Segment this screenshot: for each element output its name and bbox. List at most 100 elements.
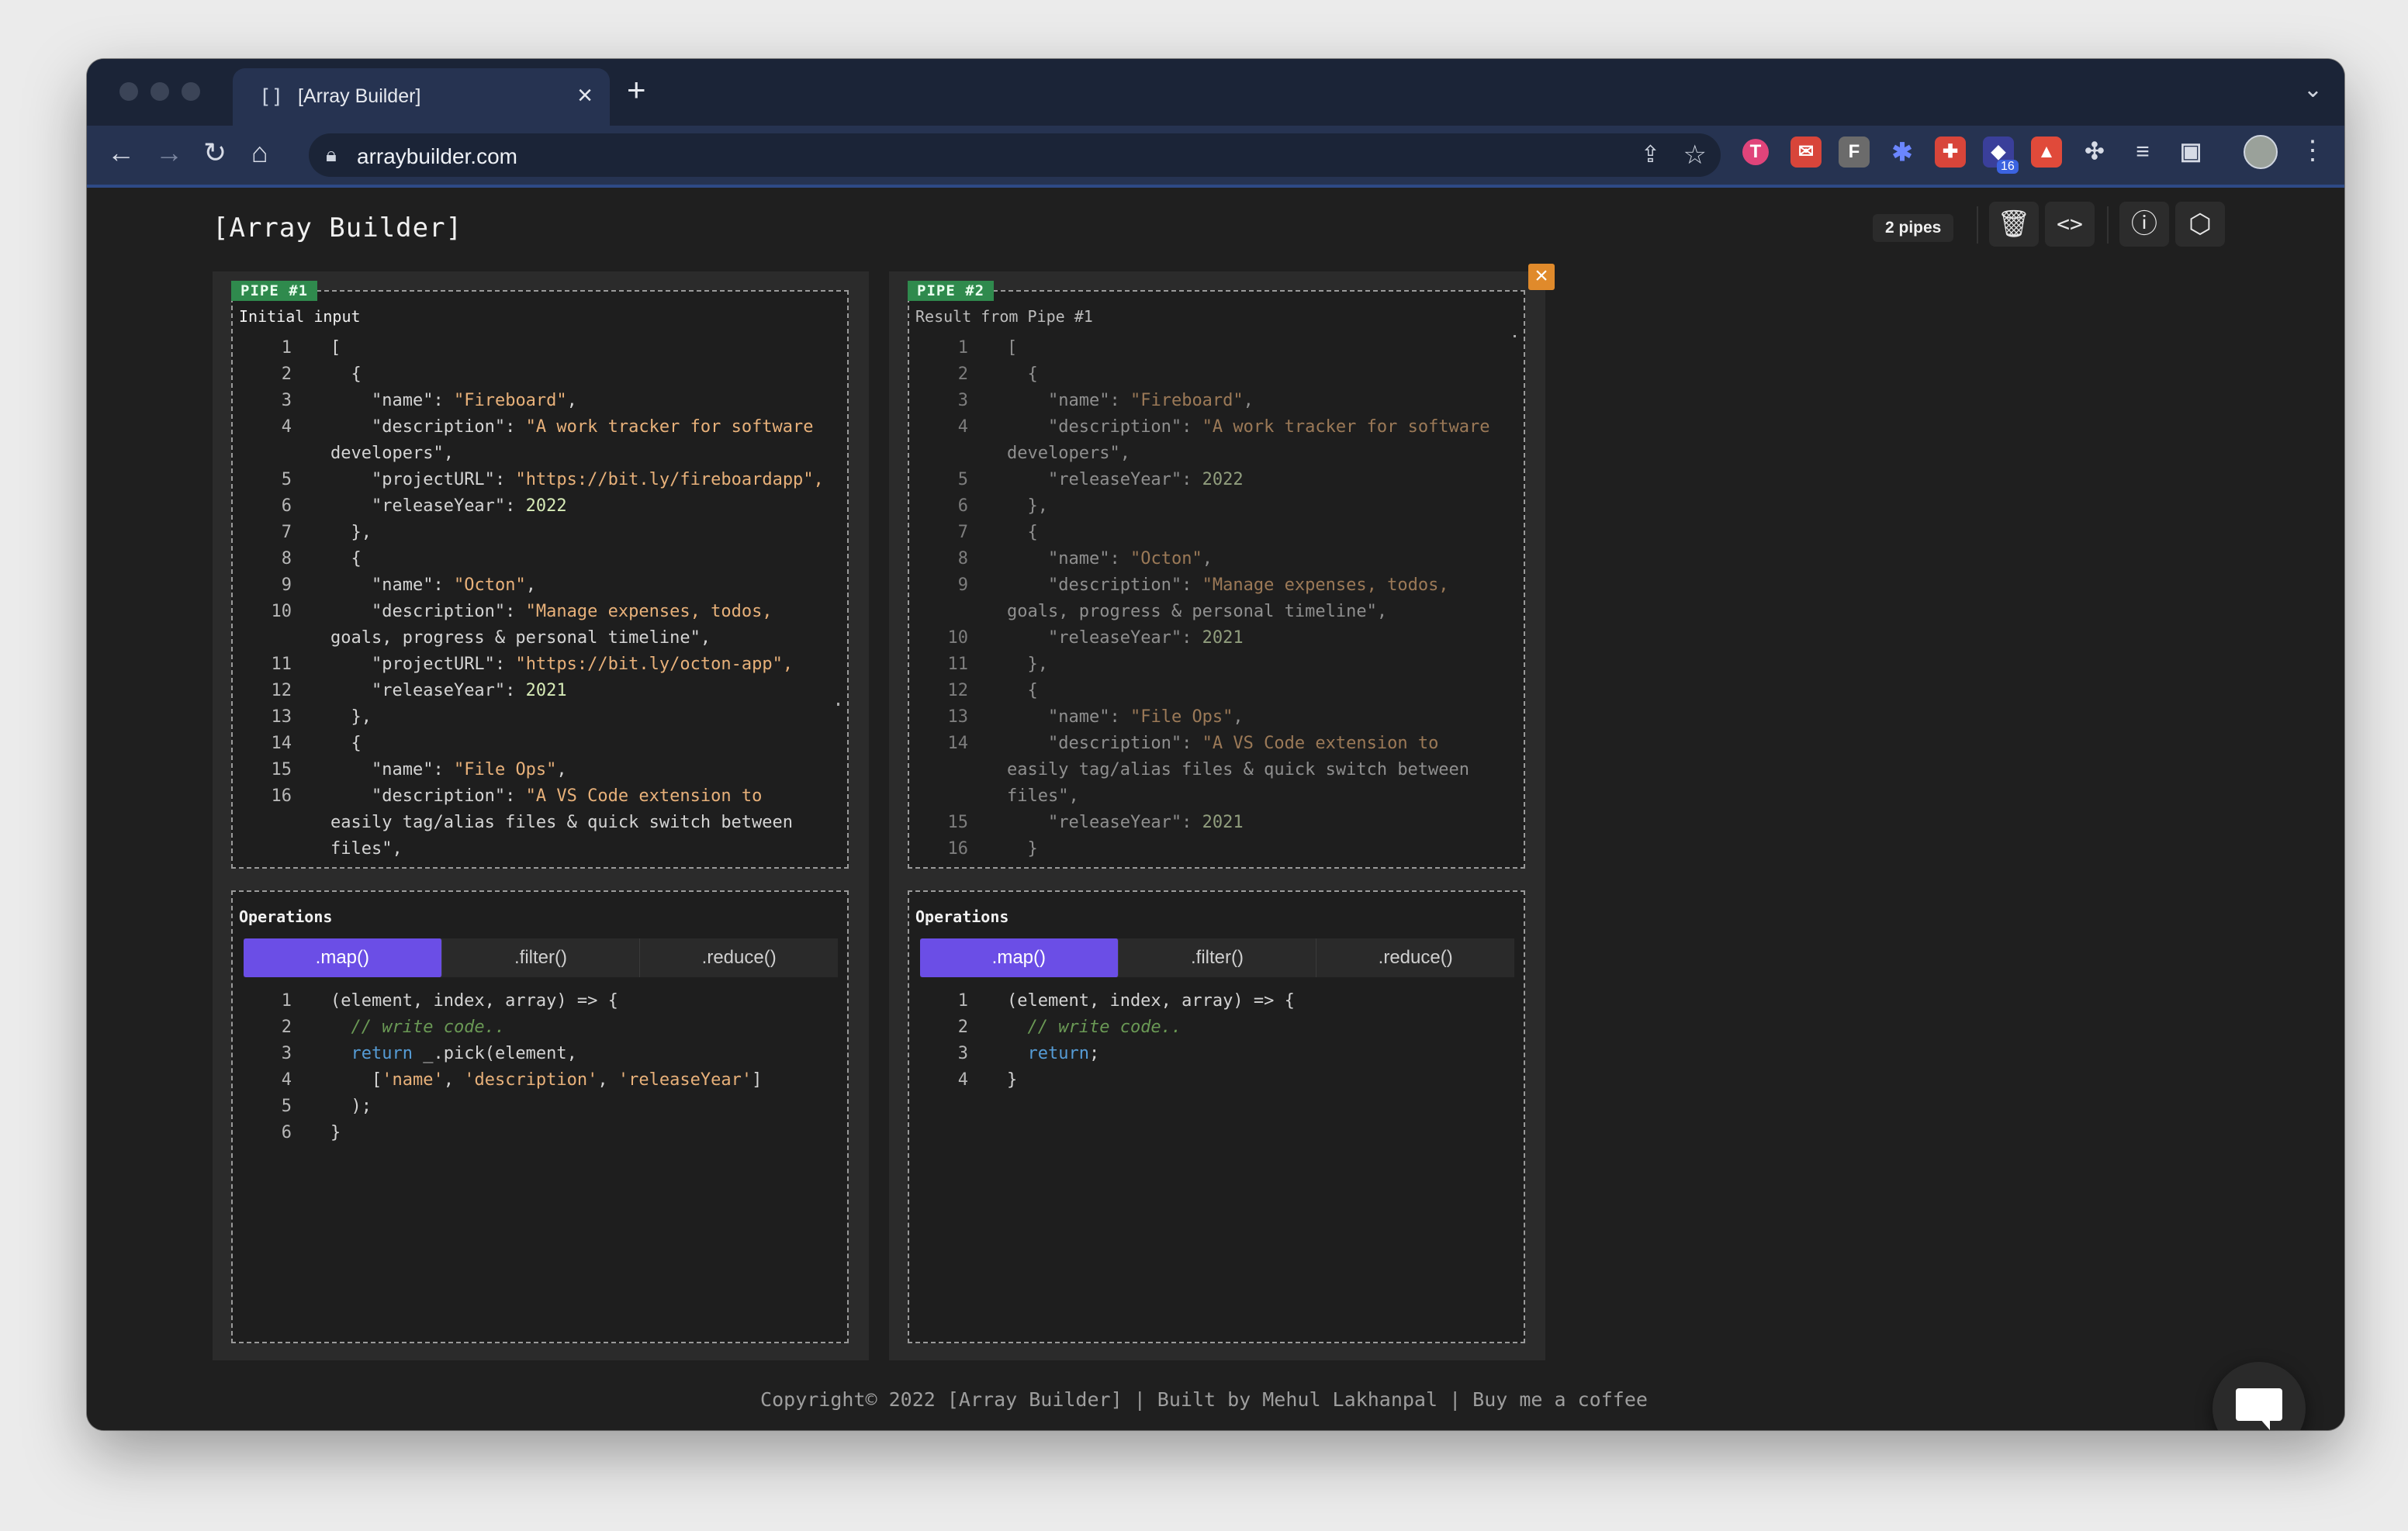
code-icon[interactable]: <> <box>2045 202 2095 247</box>
tab-map[interactable]: .map() <box>244 938 442 977</box>
line-number: 8 <box>281 549 292 569</box>
tab-filter[interactable]: .filter() <box>1119 938 1317 977</box>
line-number: 4 <box>957 1070 968 1090</box>
code-line: 6 }, <box>909 493 1524 520</box>
window-close-dot[interactable] <box>119 82 138 101</box>
line-number: 5 <box>281 1097 292 1116</box>
line-number: 5 <box>281 470 292 489</box>
code-text: (element, index, array) => { <box>1007 991 1295 1011</box>
media-queue-icon[interactable]: ≡ <box>2127 137 2158 168</box>
code-line: 16 "description": "A VS Code extension t… <box>233 783 847 810</box>
share-icon[interactable]: ⇪ <box>1641 141 1660 168</box>
trash-icon[interactable]: 🗑︎ <box>1989 202 2039 247</box>
browser-toolbar: ← → ↻ ⌂ 🔒︎ arraybuilder.com ⇪ ☆ T ✉ F ✱ … <box>87 126 2344 185</box>
code-text: goals, progress & personal timeline", <box>1007 602 1388 621</box>
scroll-indicator[interactable] <box>837 703 839 706</box>
code-text: "description": "A VS Code extension to <box>1047 734 1439 753</box>
pipe-2-label: PIPE #2 <box>908 281 995 301</box>
line-number: 9 <box>957 575 968 595</box>
extensions-puzzle-icon[interactable]: ✣ <box>2079 137 2110 168</box>
line-number: 2 <box>281 365 292 384</box>
line-number: 6 <box>281 1123 292 1142</box>
pipe-1-input-panel: PIPE #1 Initial input 1[2 {3 "name": "Fi… <box>231 281 849 869</box>
code-text: "description": "Manage expenses, todos, <box>1047 575 1449 595</box>
tab-strip: [] [Array Builder] × + ⌄ <box>87 59 2344 126</box>
reload-icon[interactable]: ↻ <box>203 137 227 169</box>
browser-tab[interactable]: [] [Array Builder] × <box>233 68 610 126</box>
code-text: { <box>1007 523 1038 542</box>
tab-reduce[interactable]: .reduce() <box>640 938 838 977</box>
line-number: 4 <box>281 417 292 437</box>
extension-t-icon[interactable]: T <box>1742 139 1769 165</box>
footer-credits[interactable]: Copyright© 2022 [Array Builder] | Built … <box>87 1388 2344 1411</box>
back-icon[interactable]: ← <box>107 137 135 169</box>
line-number: 15 <box>947 813 969 832</box>
code-text: { <box>1007 365 1038 384</box>
code-line: 13 "name": "File Ops", <box>909 704 1524 731</box>
pipe-2-code-editor[interactable]: 1 (element, index, array) => {2 // write … <box>909 988 1524 1342</box>
side-panel-icon[interactable]: ▣ <box>2175 137 2206 168</box>
extension-f-icon[interactable]: F <box>1839 137 1870 168</box>
extension-sparkle-icon[interactable]: ✱ <box>1887 137 1918 168</box>
extension-puzzle-red-icon[interactable]: ✚ <box>1935 137 1966 168</box>
line-number: 15 <box>271 760 292 779</box>
browser-window: [] [Array Builder] × + ⌄ ← → ↻ ⌂ 🔒︎ arra… <box>87 59 2344 1430</box>
pipe-1-code-editor[interactable]: 1 (element, index, array) => {2 // write … <box>233 988 847 1342</box>
code-text: { <box>330 549 362 569</box>
line-number: 11 <box>271 655 292 674</box>
tab-reduce[interactable]: .reduce() <box>1316 938 1514 977</box>
code-text: "projectURL": "https://bit.ly/fireboarda… <box>371 470 824 489</box>
tab-filter[interactable]: .filter() <box>442 938 641 977</box>
home-icon[interactable]: ⌂ <box>251 137 268 169</box>
forward-icon[interactable]: → <box>155 137 183 169</box>
bookmark-star-icon[interactable]: ☆ <box>1683 140 1707 171</box>
code-line: 12 "releaseYear": 2021 <box>233 678 847 704</box>
line-number: 7 <box>281 523 292 542</box>
code-line: 15 "name": "File Ops", <box>233 757 847 783</box>
window-zoom-dot[interactable] <box>182 82 200 101</box>
chat-widget-button[interactable] <box>2213 1362 2306 1430</box>
mail-extension-icon[interactable]: ✉ <box>1790 137 1822 168</box>
extension-flame-icon[interactable]: ▲ <box>2031 137 2062 168</box>
pipe-1-input-editor[interactable]: 1[2 {3 "name": "Fireboard", 4 "descriptio… <box>233 335 847 867</box>
code-line: 3 "name": "Fireboard", <box>909 388 1524 414</box>
code-text: ); <box>330 1097 372 1116</box>
line-number: 1 <box>281 338 292 358</box>
browser-menu-icon[interactable]: ⋮ <box>2299 135 2326 166</box>
line-number: 7 <box>957 523 968 542</box>
hexagon-icon[interactable]: ⬡ <box>2175 202 2225 247</box>
code-text: "description": "A work tracker for softw… <box>371 417 814 437</box>
code-line: 3 return; <box>909 1041 1524 1067</box>
tab-map[interactable]: .map() <box>920 938 1119 977</box>
code-text: "name": "Octon", <box>1047 549 1213 569</box>
line-number: 2 <box>957 1018 968 1037</box>
address-bar[interactable]: 🔒︎ arraybuilder.com ⇪ ☆ <box>309 133 1721 177</box>
code-line: 1[ <box>233 335 847 361</box>
code-line: 8 "name": "Octon", <box>909 546 1524 572</box>
line-number: 6 <box>957 496 968 516</box>
code-text: (element, index, array) => { <box>330 991 618 1011</box>
remove-pipe-close-icon[interactable]: × <box>1528 264 1555 290</box>
tab-close-icon[interactable]: × <box>577 81 593 111</box>
code-text: } <box>330 1123 341 1142</box>
code-line: 14 { <box>233 731 847 757</box>
code-line: 5 "projectURL": "https://bit.ly/fireboar… <box>233 467 847 493</box>
profile-avatar[interactable] <box>2244 135 2278 169</box>
tab-search-chevron-icon[interactable]: ⌄ <box>2303 76 2323 103</box>
code-text: } <box>1007 1070 1018 1090</box>
code-text: }, <box>330 523 372 542</box>
new-tab-icon[interactable]: + <box>627 71 646 109</box>
code-line: 5 "releaseYear": 2022 <box>909 467 1524 493</box>
help-icon[interactable]: ⓘ <box>2119 202 2169 247</box>
code-text: }, <box>1007 655 1048 674</box>
code-line: 10 "description": "Manage expenses, todo… <box>233 599 847 625</box>
line-number: 1 <box>957 338 968 358</box>
code-line: 9 "description": "Manage expenses, todos… <box>909 572 1524 599</box>
line-number: 10 <box>947 628 969 648</box>
window-minimize-dot[interactable] <box>150 82 169 101</box>
code-text: "description": "A VS Code extension to <box>371 786 763 806</box>
scroll-indicator[interactable] <box>1514 335 1516 337</box>
line-number: 13 <box>271 707 292 727</box>
code-text: "releaseYear": 2021 <box>1047 628 1244 648</box>
code-text: developers", <box>1007 444 1130 463</box>
